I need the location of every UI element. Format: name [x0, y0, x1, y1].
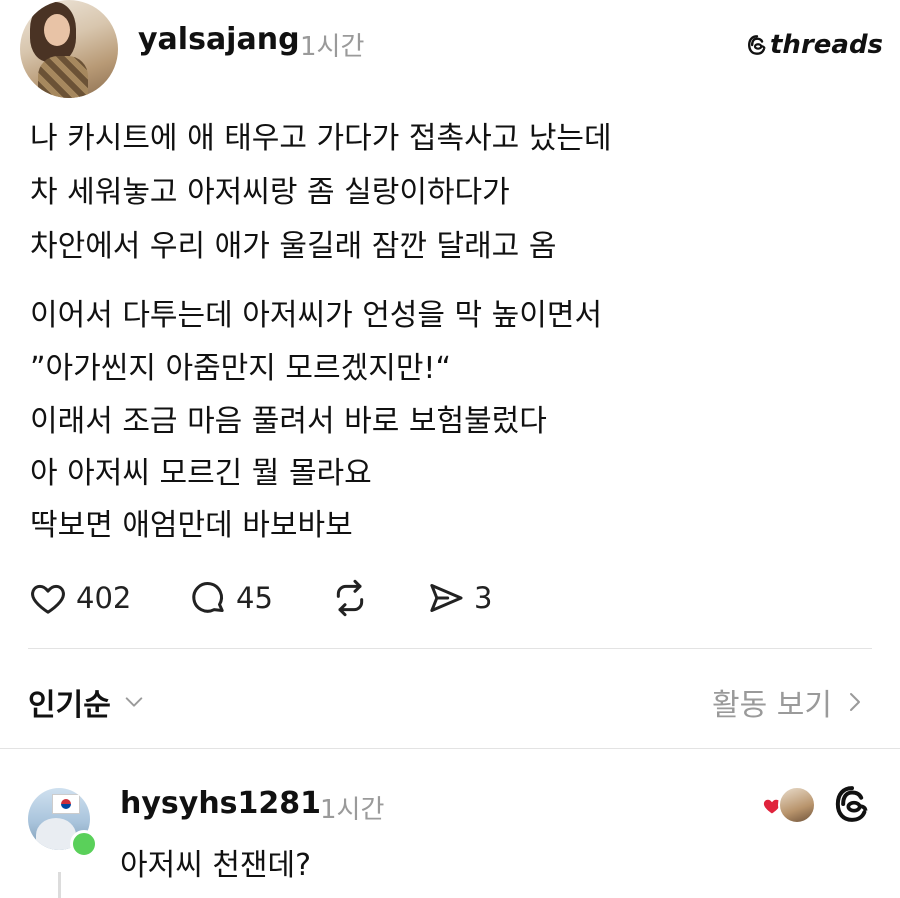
- thread-connector-line: [58, 872, 61, 898]
- sort-dropdown[interactable]: 인기순: [28, 680, 145, 724]
- repost-button[interactable]: [330, 578, 370, 618]
- view-activity-label: 활동 보기: [712, 688, 832, 723]
- share-count: 3: [474, 581, 493, 615]
- chevron-right-icon: [849, 693, 860, 711]
- author-avatar[interactable]: [20, 0, 118, 98]
- comment-button[interactable]: 45: [188, 578, 273, 618]
- post-text-line-6: 이래서 조금 마음 풀려서 바로 보험불렀다: [30, 404, 547, 439]
- comment-icon: [192, 582, 224, 613]
- like-button[interactable]: 402: [28, 578, 131, 618]
- share-button[interactable]: 3: [426, 578, 492, 618]
- chevron-down-icon: [125, 697, 143, 707]
- view-activity-link[interactable]: 활동 보기: [712, 680, 864, 724]
- threads-app-button[interactable]: [832, 784, 872, 824]
- heart-icon: [31, 584, 65, 614]
- like-count: 402: [76, 581, 132, 615]
- divider: [0, 748, 900, 749]
- online-status-dot: [70, 830, 98, 858]
- post-text-line-8: 딱보면 애엄만데 바보바보: [30, 508, 353, 543]
- post-text-line-2: 차 세워놓고 아저씨랑 좀 실랑이하다가: [30, 175, 510, 210]
- liker-avatar: [778, 786, 816, 824]
- post-text-line-1: 나 카시트에 애 태우고 가다가 접촉사고 났는데: [30, 121, 612, 156]
- post-text-line-4: 이어서 다투는데 아저씨가 언성을 막 높이면서: [30, 298, 603, 333]
- post-text-line-3: 차안에서 우리 애가 울길래 잠깐 달래고 옴: [30, 229, 557, 264]
- reply-timestamp: 1시간: [320, 795, 385, 825]
- threads-brand: threads: [746, 30, 883, 60]
- author-liked-indicator: [762, 786, 816, 824]
- threads-logo-icon: [748, 35, 766, 55]
- share-icon: [430, 584, 463, 612]
- brand-label: threads: [770, 30, 884, 60]
- sort-label: 인기순: [28, 688, 111, 723]
- repost-icon: [336, 579, 364, 617]
- post-text-line-5: ”아가씬지 아줌만지 모르겠지만!“: [30, 351, 451, 386]
- reply-text: 아저씨 천잰데?: [120, 848, 312, 883]
- threads-logo-icon: [835, 786, 868, 822]
- reply-username[interactable]: hysyhs1281: [120, 786, 321, 821]
- post-text-line-7: 아 아저씨 모르긴 뭘 몰라요: [30, 456, 372, 491]
- post-timestamp: 1시간: [300, 32, 365, 62]
- comment-count: 45: [236, 581, 273, 615]
- divider: [28, 648, 872, 649]
- author-username[interactable]: yalsajang: [138, 22, 300, 57]
